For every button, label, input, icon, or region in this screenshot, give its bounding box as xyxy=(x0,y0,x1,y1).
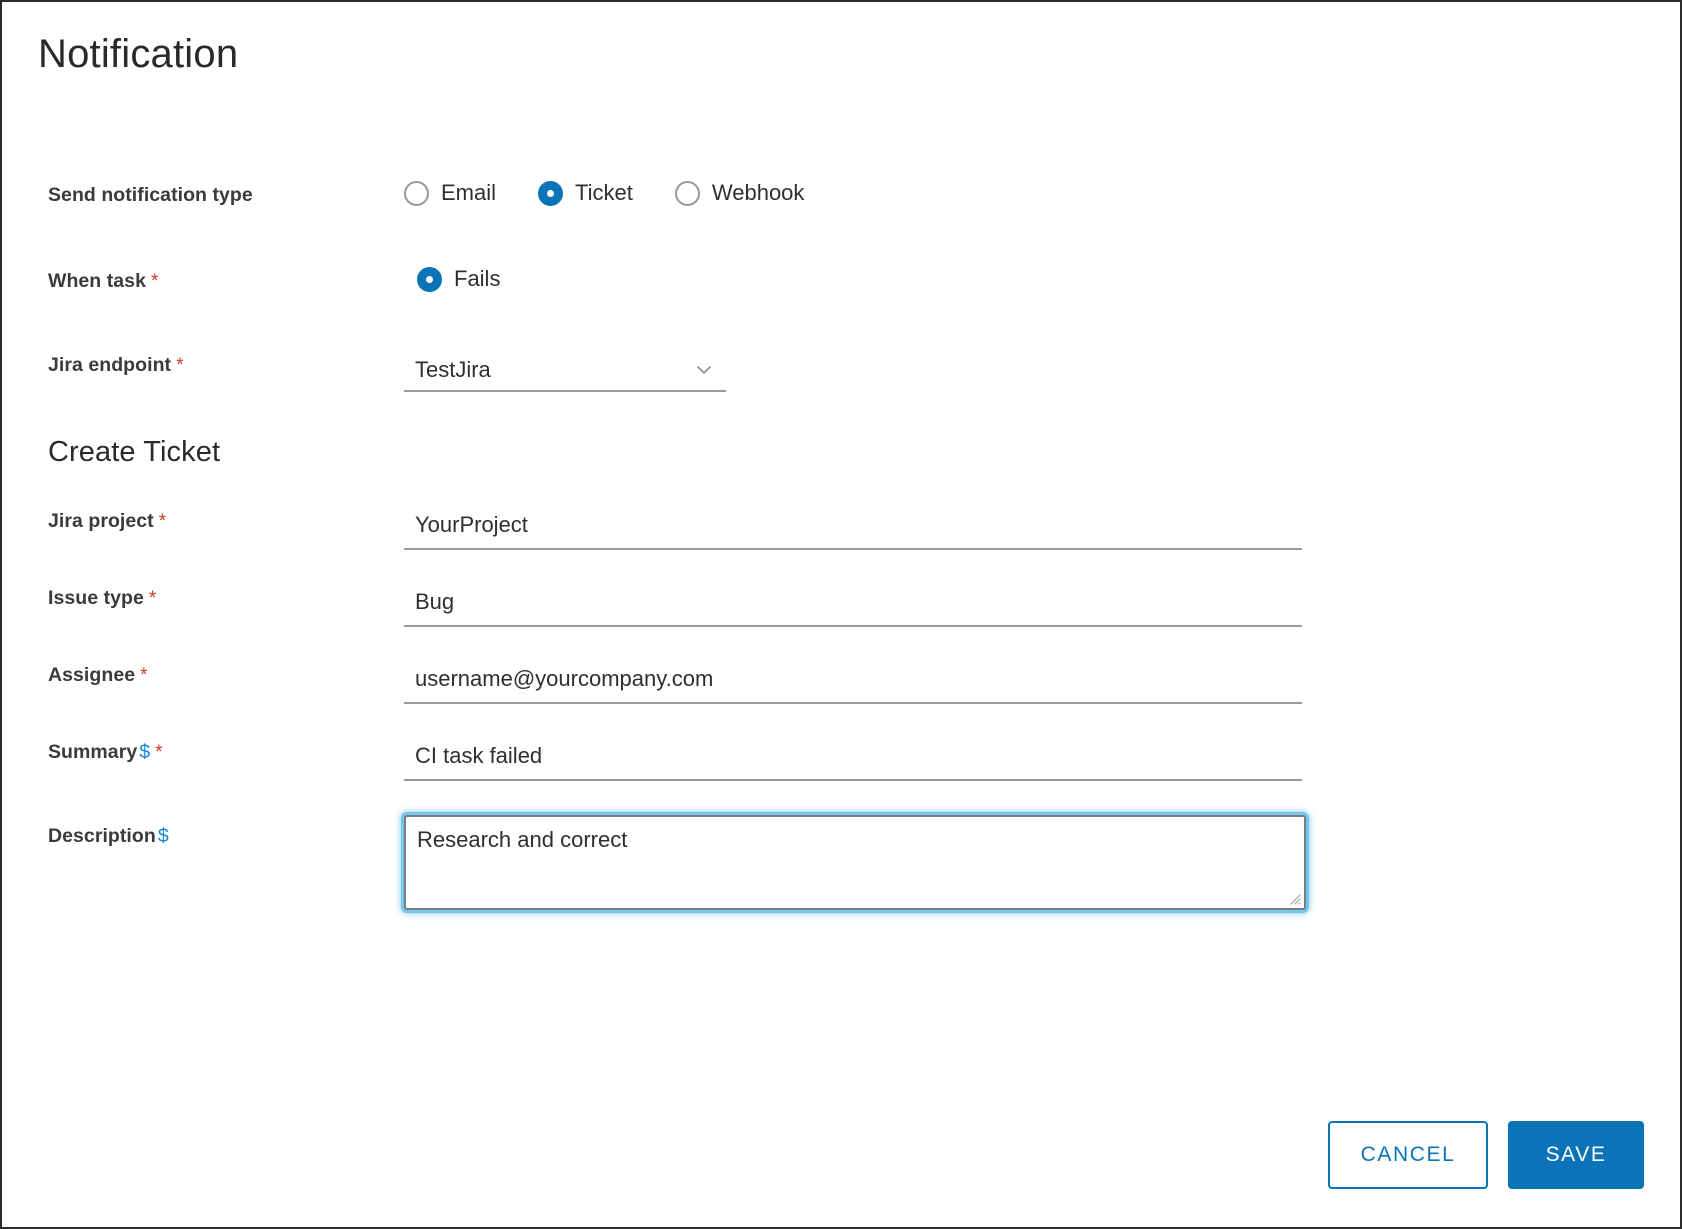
chevron-down-icon[interactable] xyxy=(696,362,712,378)
radio-option-webhook[interactable]: Webhook xyxy=(674,180,805,206)
create-ticket-heading-col: Create Ticket xyxy=(48,432,404,469)
label-when-task: When task * xyxy=(48,266,404,293)
required-asterisk: * xyxy=(155,742,163,763)
field-label-text: Issue type xyxy=(48,587,144,609)
radio-icon-email[interactable] xyxy=(404,180,429,206)
required-asterisk: * xyxy=(176,355,184,376)
section-heading-create-ticket: Create Ticket xyxy=(48,436,221,468)
control-issue-type xyxy=(404,583,1648,627)
row-send-notification-type: Send notification type Email Ticket Webh… xyxy=(48,180,1648,220)
label-description: Description $ xyxy=(48,815,404,848)
required-asterisk: * xyxy=(150,271,159,292)
field-label-text: Summary xyxy=(48,741,138,763)
radio-option-fails[interactable]: Fails xyxy=(417,266,500,292)
control-summary xyxy=(404,737,1648,781)
row-description: Description $ Research and correct xyxy=(48,815,1648,910)
field-label-text: Jira endpoint xyxy=(48,354,172,376)
jira-endpoint-select[interactable]: TestJira xyxy=(404,350,726,392)
field-label-text: Send notification type xyxy=(48,184,253,206)
row-jira-endpoint: Jira endpoint * TestJira xyxy=(48,350,1648,392)
label-send-notification-type: Send notification type xyxy=(48,180,404,207)
label-jira-project: Jira project * xyxy=(48,506,404,533)
control-when-task: Fails xyxy=(404,266,1648,292)
row-summary: Summary $ * xyxy=(48,737,1648,781)
label-assignee: Assignee * xyxy=(48,660,404,687)
required-asterisk: * xyxy=(148,588,157,609)
jira-project-input[interactable] xyxy=(404,506,1302,550)
notification-form: Send notification type Email Ticket Webh… xyxy=(48,180,1648,910)
required-asterisk: * xyxy=(158,511,167,532)
label-issue-type: Issue type * xyxy=(48,583,404,610)
radio-group-notification-type: Email Ticket Webhook xyxy=(404,180,1648,206)
radio-option-email[interactable]: Email xyxy=(404,180,496,206)
radio-icon-ticket-selected[interactable] xyxy=(538,180,564,206)
row-when-task: When task * Fails xyxy=(48,266,1648,306)
cancel-button[interactable]: CANCEL xyxy=(1328,1121,1488,1189)
label-jira-endpoint: Jira endpoint * xyxy=(48,350,404,377)
row-create-ticket-heading: Create Ticket xyxy=(48,432,1648,472)
assignee-input[interactable] xyxy=(404,660,1302,704)
radio-label-fails: Fails xyxy=(454,266,501,291)
control-send-notification-type: Email Ticket Webhook xyxy=(404,180,1648,206)
label-summary: Summary $ * xyxy=(48,737,404,764)
radio-label-ticket: Ticket xyxy=(575,180,633,205)
row-jira-project: Jira project * xyxy=(48,506,1648,550)
radio-option-ticket[interactable]: Ticket xyxy=(538,180,633,206)
issue-type-input[interactable] xyxy=(404,583,1302,627)
control-description: Research and correct xyxy=(404,815,1648,910)
field-label-text: When task xyxy=(48,270,146,292)
description-textarea-wrapper: Research and correct xyxy=(404,815,1306,910)
required-asterisk: * xyxy=(140,665,148,686)
radio-icon-fails-selected[interactable] xyxy=(417,266,442,292)
description-textarea[interactable]: Research and correct xyxy=(404,815,1306,910)
binding-token-icon[interactable]: $ xyxy=(139,741,150,763)
control-assignee xyxy=(404,660,1648,704)
notification-dialog: Notification Send notification type Emai… xyxy=(0,0,1682,1229)
row-assignee: Assignee * xyxy=(48,660,1648,704)
save-button[interactable]: SAVE xyxy=(1508,1121,1644,1189)
field-label-text: Assignee xyxy=(48,664,136,686)
control-jira-project xyxy=(404,506,1648,550)
binding-token-icon[interactable]: $ xyxy=(158,825,169,847)
summary-input[interactable] xyxy=(404,737,1302,781)
radio-group-when-task: Fails xyxy=(404,266,1648,292)
row-issue-type: Issue type * xyxy=(48,583,1648,627)
jira-endpoint-selected-value: TestJira xyxy=(415,357,491,382)
radio-label-email: Email xyxy=(441,180,497,205)
control-jira-endpoint: TestJira xyxy=(404,350,1648,392)
radio-label-webhook: Webhook xyxy=(711,180,805,205)
page-title: Notification xyxy=(38,32,239,76)
field-label-text: Jira project xyxy=(48,510,154,532)
field-label-text: Description xyxy=(48,825,156,847)
dialog-footer: CANCEL SAVE xyxy=(1328,1121,1644,1189)
radio-icon-webhook[interactable] xyxy=(674,180,700,206)
